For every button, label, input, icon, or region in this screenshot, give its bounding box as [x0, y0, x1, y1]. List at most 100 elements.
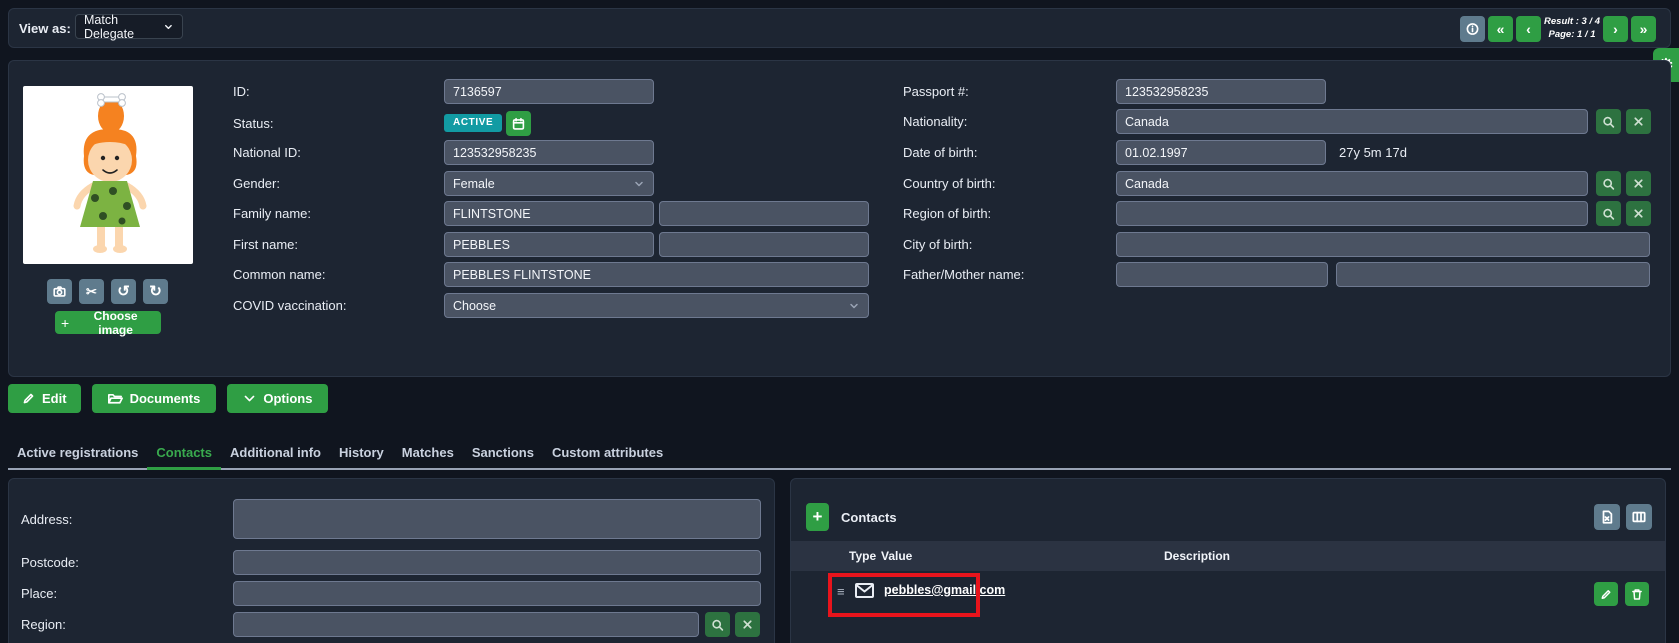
- father-mother-name-alt-input[interactable]: [1336, 262, 1650, 287]
- export-file-button[interactable]: [1594, 504, 1620, 530]
- chevron-down-icon: [848, 300, 860, 312]
- top-toolbar: View as: Match Delegate « ‹ Result : 3 /…: [8, 8, 1671, 48]
- common-name-input[interactable]: [444, 262, 869, 287]
- pencil-icon: [1600, 588, 1612, 601]
- edit-label: Edit: [42, 391, 67, 406]
- date-of-birth-label: Date of birth:: [903, 140, 977, 165]
- gender-select[interactable]: Female: [444, 171, 654, 196]
- scissors-icon: ✂: [86, 285, 97, 298]
- page-count: Page: 1 / 1: [1544, 29, 1600, 42]
- next-result-button[interactable]: ›: [1603, 16, 1628, 42]
- table-columns-icon: [1632, 510, 1646, 524]
- highlight-red-box: [828, 573, 980, 617]
- city-of-birth-input[interactable]: [1116, 232, 1650, 257]
- contacts-panel: + Contacts Type Value Description ≡ pebb…: [790, 478, 1666, 643]
- address-input[interactable]: [233, 499, 761, 539]
- family-name-alt-input[interactable]: [659, 201, 869, 226]
- prev-result-button[interactable]: ‹: [1516, 16, 1541, 42]
- status-label: Status:: [233, 111, 273, 136]
- date-of-birth-input[interactable]: [1116, 140, 1326, 165]
- first-name-label: First name:: [233, 232, 298, 257]
- id-input[interactable]: [444, 79, 654, 104]
- first-name-input[interactable]: [444, 232, 654, 257]
- nationality-search-button[interactable]: [1596, 109, 1621, 134]
- info-icon: [1466, 21, 1479, 37]
- tab-active-registrations[interactable]: Active registrations: [8, 438, 147, 468]
- region-input[interactable]: [233, 612, 699, 637]
- tab-sanctions[interactable]: Sanctions: [463, 438, 543, 468]
- id-label: ID:: [233, 79, 250, 104]
- search-icon: [1602, 115, 1615, 129]
- tab-contacts[interactable]: Contacts: [147, 438, 221, 470]
- pencil-icon: [22, 392, 35, 405]
- chevron-down-icon: [633, 178, 645, 190]
- last-page-button[interactable]: »: [1631, 16, 1656, 42]
- delete-contact-button[interactable]: [1625, 582, 1649, 606]
- choose-image-button[interactable]: + Choose image: [55, 311, 161, 334]
- tab-custom-attributes[interactable]: Custom attributes: [543, 438, 672, 468]
- father-mother-name-input[interactable]: [1116, 262, 1328, 287]
- nationality-input[interactable]: [1116, 109, 1588, 134]
- status-history-button[interactable]: [506, 111, 531, 136]
- status-badge: ACTIVE: [444, 114, 502, 132]
- column-description: Description: [1164, 549, 1230, 563]
- first-page-button[interactable]: «: [1488, 16, 1513, 42]
- city-of-birth-label: City of birth:: [903, 232, 972, 257]
- rotate-right-button[interactable]: ↻: [143, 279, 168, 304]
- double-chevron-right-icon: »: [1640, 22, 1648, 36]
- documents-button[interactable]: Documents: [92, 384, 217, 413]
- detail-tabs: Active registrations Contacts Additional…: [8, 438, 1671, 470]
- gender-value: Female: [453, 177, 495, 191]
- address-label: Address:: [21, 507, 72, 532]
- choose-image-label: Choose image: [76, 309, 155, 337]
- region-search-button[interactable]: [705, 612, 730, 637]
- country-of-birth-input[interactable]: [1116, 171, 1588, 196]
- view-as-select[interactable]: Match Delegate: [75, 14, 183, 39]
- rotate-right-icon: ↻: [149, 284, 162, 299]
- country-of-birth-clear-button[interactable]: [1626, 171, 1651, 196]
- action-bar: Edit Documents Options: [8, 384, 328, 413]
- view-as-label: View as:: [19, 16, 71, 41]
- search-icon: [1602, 207, 1615, 221]
- x-icon: [1632, 115, 1645, 128]
- chevron-down-icon: [163, 21, 174, 33]
- common-name-label: Common name:: [233, 262, 325, 287]
- region-of-birth-input[interactable]: [1116, 201, 1588, 226]
- rotate-left-button[interactable]: ↺: [111, 279, 136, 304]
- search-icon: [711, 618, 724, 632]
- country-of-birth-search-button[interactable]: [1596, 171, 1621, 196]
- tab-matches[interactable]: Matches: [393, 438, 463, 468]
- x-icon: [1632, 207, 1645, 220]
- columns-button[interactable]: [1626, 504, 1652, 530]
- postcode-label: Postcode:: [21, 550, 79, 575]
- passport-input[interactable]: [1116, 79, 1326, 104]
- take-photo-button[interactable]: [47, 279, 72, 304]
- contacts-table-header: Type Value Description: [791, 541, 1665, 571]
- info-button[interactable]: [1460, 16, 1485, 42]
- father-mother-name-label: Father/Mother name:: [903, 262, 1024, 287]
- options-label: Options: [263, 391, 312, 406]
- region-of-birth-clear-button[interactable]: [1626, 201, 1651, 226]
- profile-photo: [23, 86, 193, 264]
- pagination: « ‹ Result : 3 / 4 Page: 1 / 1 › »: [1460, 16, 1656, 42]
- postcode-input[interactable]: [233, 550, 761, 575]
- edit-button[interactable]: Edit: [8, 384, 81, 413]
- options-button[interactable]: Options: [227, 384, 328, 413]
- covid-vaccination-select[interactable]: Choose: [444, 293, 869, 318]
- tab-history[interactable]: History: [330, 438, 393, 468]
- nationality-clear-button[interactable]: [1626, 109, 1651, 134]
- family-name-input[interactable]: [444, 201, 654, 226]
- crop-image-button[interactable]: ✂: [79, 279, 104, 304]
- national-id-input[interactable]: [444, 140, 654, 165]
- family-name-label: Family name:: [233, 201, 311, 226]
- national-id-label: National ID:: [233, 140, 301, 165]
- region-of-birth-search-button[interactable]: [1596, 201, 1621, 226]
- place-input[interactable]: [233, 581, 761, 606]
- tab-additional-info[interactable]: Additional info: [221, 438, 330, 468]
- edit-contact-button[interactable]: [1594, 582, 1618, 606]
- first-name-alt-input[interactable]: [659, 232, 869, 257]
- folder-open-icon: [108, 392, 123, 406]
- region-clear-button[interactable]: [735, 612, 760, 637]
- add-contact-button[interactable]: +: [806, 503, 829, 531]
- nationality-label: Nationality:: [903, 109, 967, 134]
